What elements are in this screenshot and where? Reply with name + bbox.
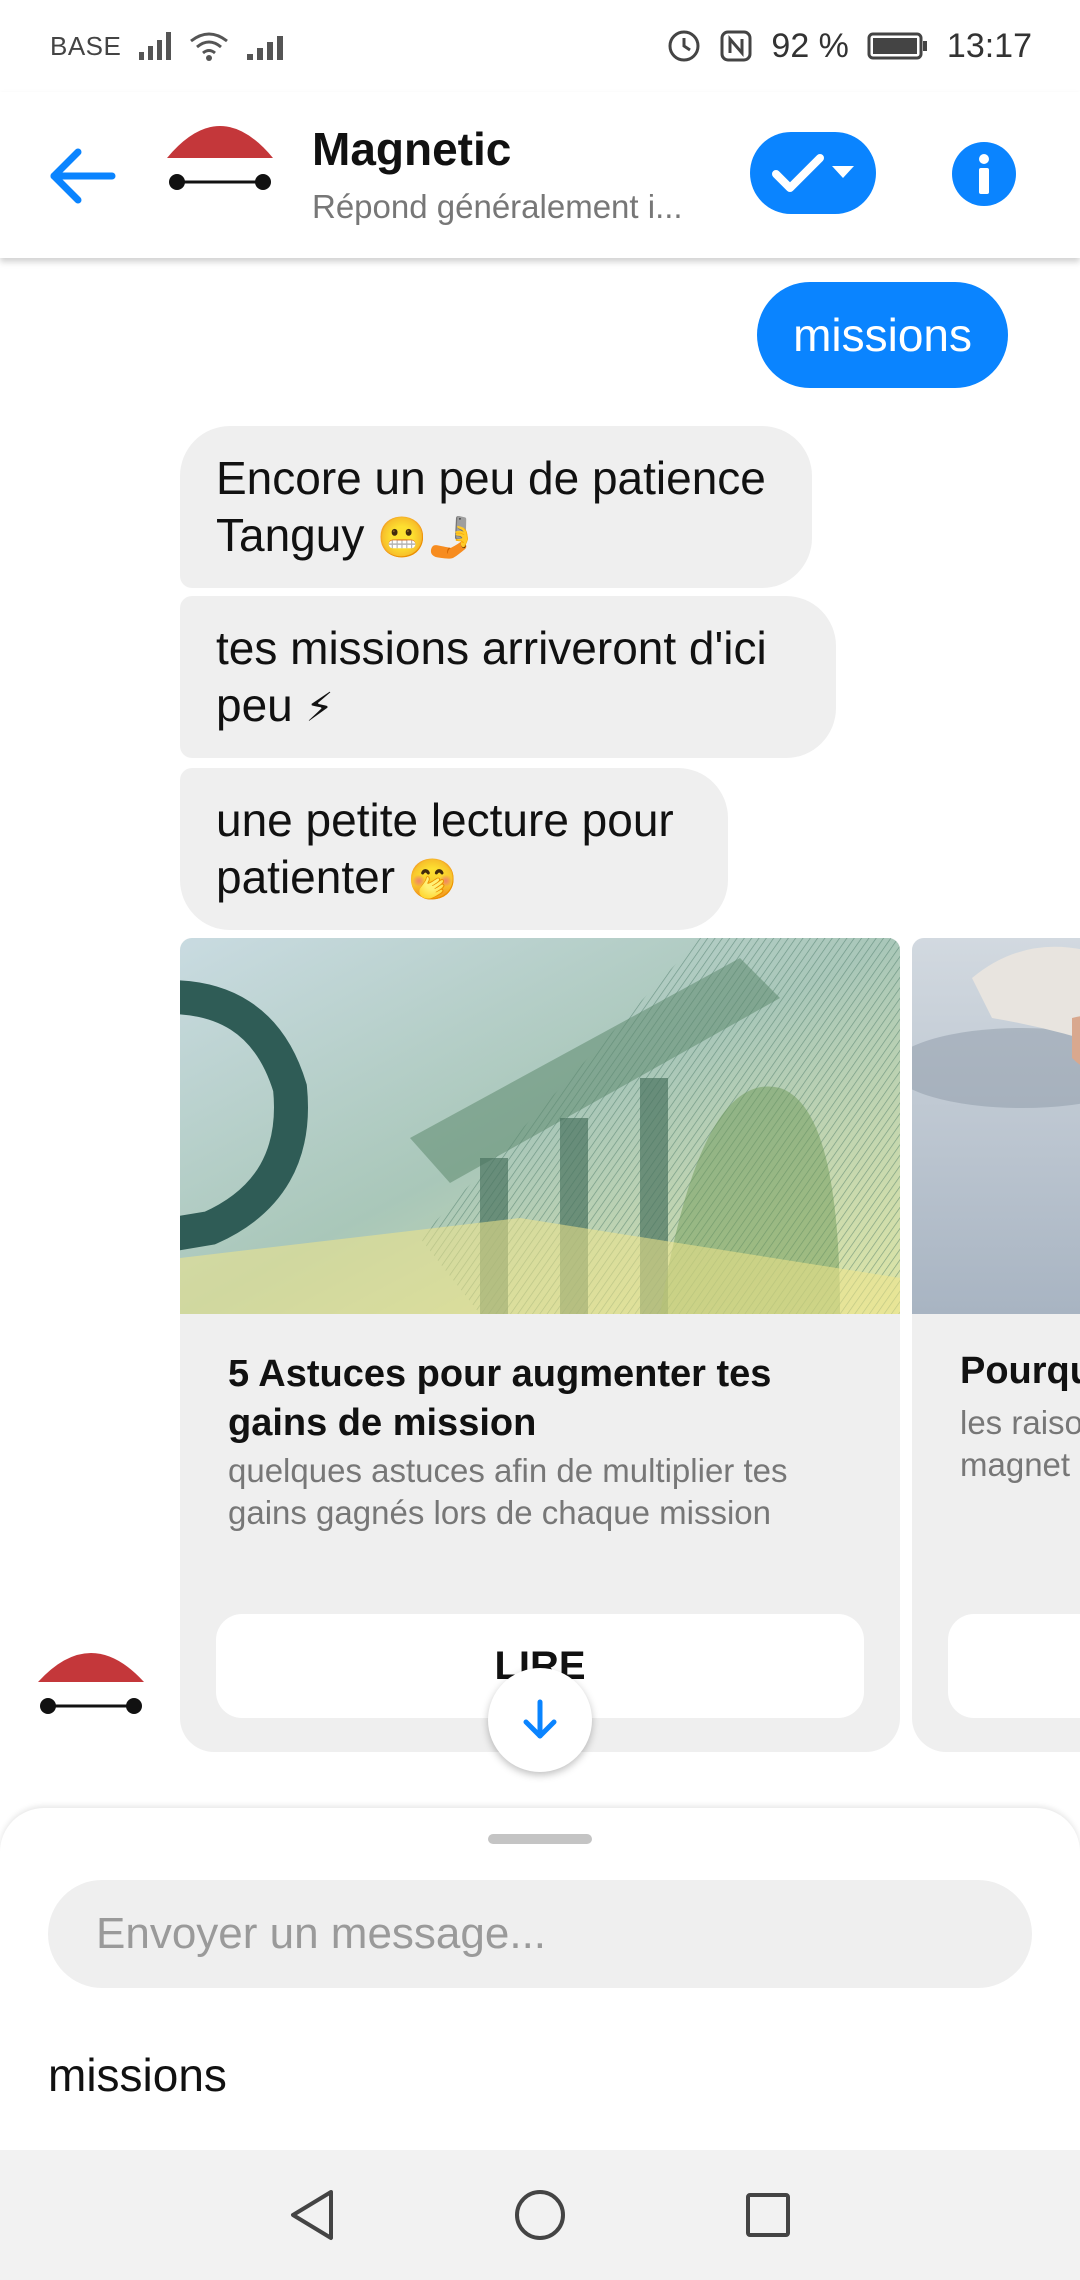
incoming-message[interactable]: tes missions arriveront d'ici peu ⚡ — [180, 596, 836, 758]
nfc-icon — [720, 30, 752, 62]
magnetic-avatar[interactable] — [165, 116, 275, 206]
conversation-header: Magnetic Répond généralement i... — [0, 92, 1080, 258]
article-image — [912, 938, 1080, 1314]
incoming-message[interactable]: Encore un peu de patience Tanguy 😬🤳 — [180, 426, 812, 588]
scroll-to-bottom-button[interactable] — [488, 1668, 592, 1772]
battery-icon — [867, 32, 927, 60]
info-icon[interactable] — [952, 142, 1016, 206]
response-time-subtitle: Répond généralement i... — [312, 188, 683, 225]
article-title: 5 Astuces pour augmenter tes gains de mi… — [228, 1353, 772, 1444]
quick-actions-button[interactable] — [750, 132, 876, 214]
signal-icon — [139, 32, 172, 60]
outgoing-message-text: missions — [793, 309, 972, 361]
composer-sheet: Envoyer un message... missions — [0, 1808, 1080, 2150]
banknote-image — [180, 938, 900, 1314]
alarm-icon — [668, 30, 700, 62]
nav-home-icon[interactable] — [510, 2185, 570, 2245]
article-description: les raiso magnet — [960, 1402, 1080, 1486]
clock: 13:17 — [946, 26, 1032, 65]
article-card[interactable]: 5 Astuces pour augmenter tes gains de mi… — [180, 938, 900, 1752]
outgoing-message[interactable]: missions — [757, 282, 1008, 388]
chevron-down-icon — [832, 166, 854, 178]
message-text: Encore un peu de patience Tanguy — [216, 452, 766, 561]
system-nav-bar — [0, 2150, 1080, 2280]
drag-handle[interactable] — [488, 1834, 592, 1844]
message-emoji: 🤭 — [407, 857, 458, 903]
data-signal-icon — [247, 32, 284, 60]
checkmark-icon — [772, 154, 824, 192]
message-emoji: ⚡ — [305, 685, 334, 731]
status-bar: BASE 92 % 13:17 — [0, 0, 1080, 92]
arrow-down-icon — [523, 1699, 557, 1739]
read-button[interactable] — [948, 1614, 1080, 1718]
message-emoji: 😬🤳 — [377, 515, 477, 561]
battery-percent: 92 % — [771, 26, 849, 65]
incoming-message[interactable]: une petite lecture pour patienter 🤭 — [180, 768, 728, 930]
article-description-line: les raiso — [960, 1404, 1080, 1441]
article-title: Pourqu — [960, 1350, 1080, 1392]
message-input[interactable]: Envoyer un message... — [48, 1880, 1032, 1988]
nav-recents-icon[interactable] — [738, 2185, 798, 2245]
message-text: tes missions arriveront d'ici peu — [216, 622, 767, 731]
message-input-placeholder: Envoyer un message... — [96, 1909, 547, 1958]
suggested-reply[interactable]: missions — [48, 2048, 227, 2102]
article-description: quelques astuces afin de multiplier tes … — [228, 1452, 788, 1531]
article-description-line: magnet — [960, 1446, 1071, 1483]
nav-back-icon[interactable] — [282, 2185, 342, 2245]
wifi-icon — [190, 32, 229, 61]
article-card[interactable]: Pourqu les raiso magnet — [912, 938, 1080, 1752]
sender-avatar — [38, 1653, 144, 1714]
page-title: Magnetic — [312, 123, 512, 175]
carrier-label: BASE — [50, 30, 122, 61]
back-arrow-icon[interactable] — [46, 144, 118, 208]
